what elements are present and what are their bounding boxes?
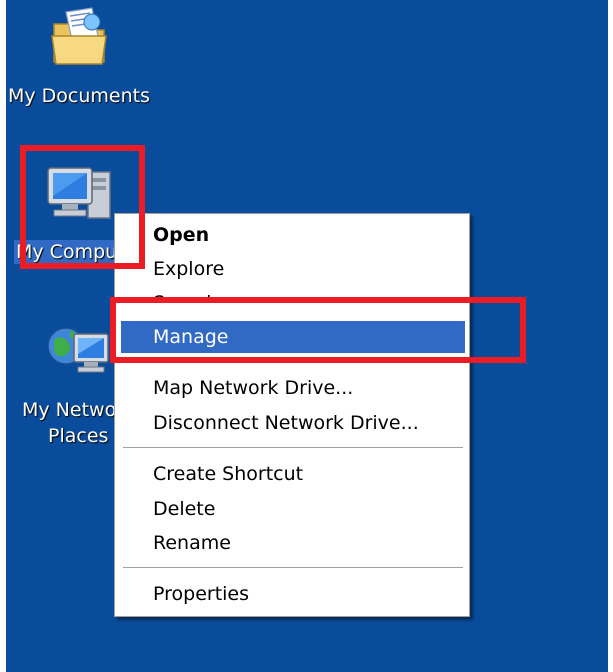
menu-item-explore[interactable]: Explore	[121, 253, 465, 285]
menu-item-manage[interactable]: Manage	[121, 321, 465, 353]
menu-item-map-network-drive[interactable]: Map Network Drive...	[121, 372, 465, 404]
menu-item-disconnect-network-drive[interactable]: Disconnect Network Drive...	[121, 407, 465, 439]
menu-item-delete[interactable]: Delete	[121, 493, 465, 525]
desktop-icon-my-documents[interactable]: My Documents	[0, 0, 160, 115]
my-computer-label: My Compu	[14, 240, 120, 264]
menu-item-create-shortcut[interactable]: Create Shortcut	[121, 458, 465, 490]
menu-item-rename[interactable]: Rename	[121, 527, 465, 559]
my-network-places-label-line2: Places	[48, 425, 109, 447]
menu-separator	[123, 447, 463, 449]
context-menu: Open Explore Search... Manage Map Networ…	[114, 213, 470, 617]
menu-item-properties[interactable]: Properties	[121, 578, 465, 610]
desktop-icon-my-network-places[interactable]: My Netwo Places	[6, 310, 116, 450]
desktop[interactable]: My Documents My Compu My Netwo Places Op…	[0, 0, 613, 672]
folder-documents-icon	[51, 7, 107, 65]
my-documents-label: My Documents	[8, 85, 151, 107]
my-computer-icon	[47, 167, 111, 219]
menu-separator	[123, 567, 463, 569]
network-places-icon	[47, 327, 109, 373]
menu-separator	[123, 360, 463, 362]
my-network-places-label-line1: My Netwo	[22, 399, 117, 421]
menu-item-open[interactable]: Open	[121, 219, 465, 251]
menu-item-search[interactable]: Search...	[121, 287, 465, 301]
frame-edge-right	[608, 0, 613, 672]
